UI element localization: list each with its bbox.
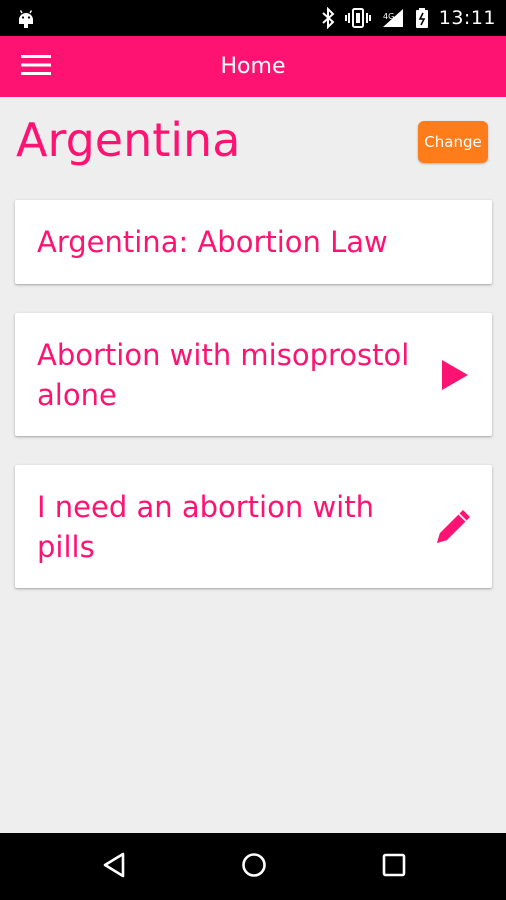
page-title: Home [220,54,286,79]
navigation-bar [0,833,506,900]
back-icon [101,851,127,884]
recents-button[interactable] [377,850,411,884]
card-label: Argentina: Abortion Law [37,225,388,259]
country-title: Argentina [16,113,241,167]
card-label: Abortion with misoprostol alone [37,338,410,412]
card-abortion-law[interactable]: Argentina: Abortion Law [15,200,492,284]
hamburger-menu-icon [21,54,51,81]
home-button[interactable] [237,850,271,884]
status-time: 13:11 [438,7,496,29]
battery-icon [415,7,429,29]
android-icon [14,6,38,30]
signal-icon: 4G [381,7,405,29]
svg-text:4G: 4G [383,12,394,21]
app-bar: Home [0,36,506,97]
card-abortion-pills[interactable]: I need an abortion with pills [15,465,492,588]
card-misoprostol[interactable]: Abortion with misoprostol alone [15,313,492,436]
bluetooth-icon [321,7,335,29]
menu-button[interactable] [14,48,58,86]
status-bar: 4G 13:11 [0,0,506,36]
change-country-button[interactable]: Change [418,121,488,163]
recents-icon [381,852,407,883]
play-icon [440,358,470,397]
card-label: I need an abortion with pills [37,490,374,564]
home-icon [240,851,268,884]
pencil-icon [433,505,475,552]
back-button[interactable] [97,850,131,884]
vibrate-icon [344,7,371,29]
